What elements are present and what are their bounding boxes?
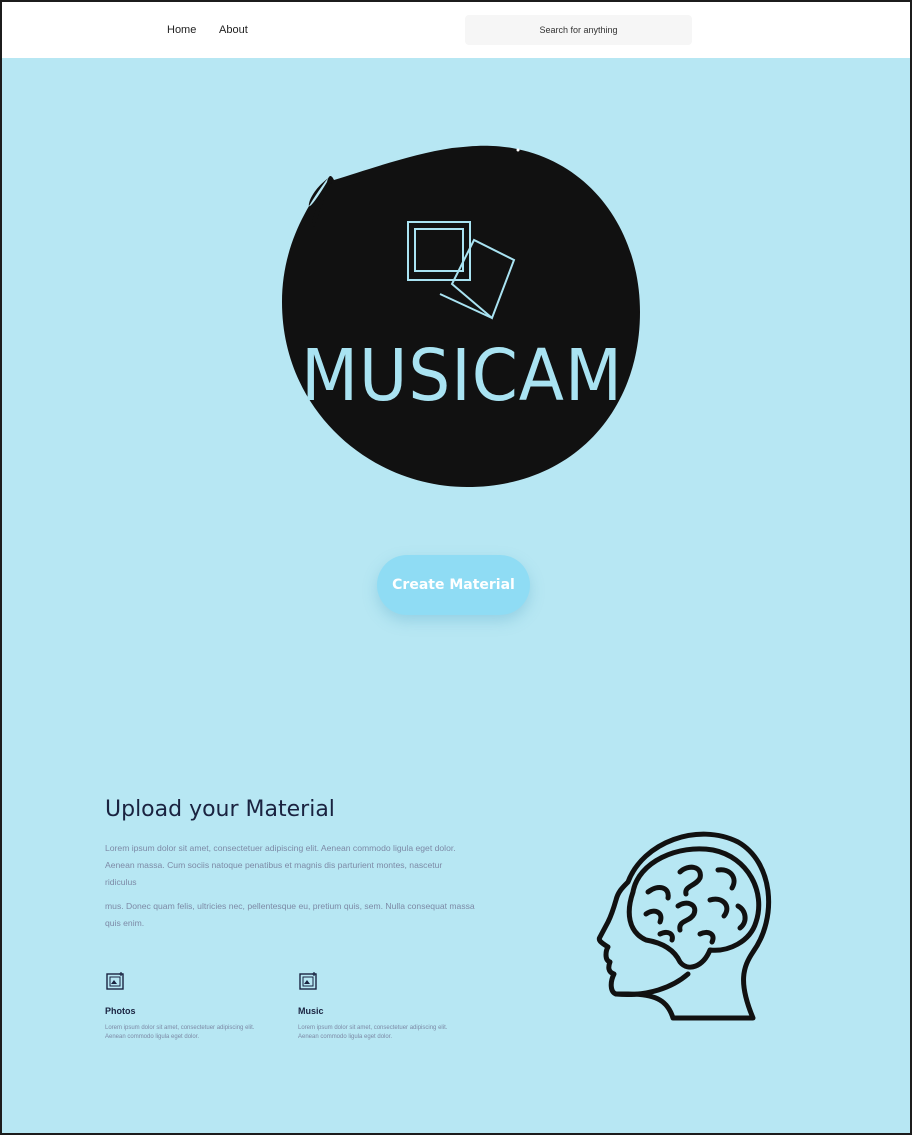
head-brain-icon <box>596 831 772 1021</box>
music-icon <box>299 972 317 990</box>
musicam-logo: MUSICAM <box>272 142 652 497</box>
logo-text: MUSICAM <box>301 333 623 418</box>
feature-title: Music <box>298 1006 324 1016</box>
feature-desc: Lorem ipsum dolor sit amet, consectetuer… <box>105 1025 255 1040</box>
feature-photos: Photos Lorem ipsum dolor sit amet, conse… <box>105 970 275 1042</box>
logo-blob <box>282 145 640 487</box>
nav-home-link[interactable]: Home <box>167 24 196 36</box>
feature-desc: Lorem ipsum dolor sit amet, consectetuer… <box>298 1025 448 1040</box>
upload-paragraph-1: Lorem ipsum dolor sit amet, consectetuer… <box>105 843 456 887</box>
feature-music: Music Lorem ipsum dolor sit amet, consec… <box>298 970 468 1042</box>
feature-title: Photos <box>105 1006 136 1016</box>
upload-title: Upload your Material <box>105 797 335 822</box>
photo-icon <box>106 972 124 990</box>
nav-about-link[interactable]: About <box>219 24 248 36</box>
search-input[interactable] <box>465 15 692 45</box>
upload-paragraph-2: mus. Donec quam felis, ultricies nec, pe… <box>105 901 475 928</box>
create-material-button[interactable]: Create Material <box>377 555 530 615</box>
page-frame: Home About MUSICAM Create Material Uploa… <box>0 0 912 1135</box>
search-box <box>465 15 692 45</box>
top-navigation: Home About <box>2 2 910 58</box>
